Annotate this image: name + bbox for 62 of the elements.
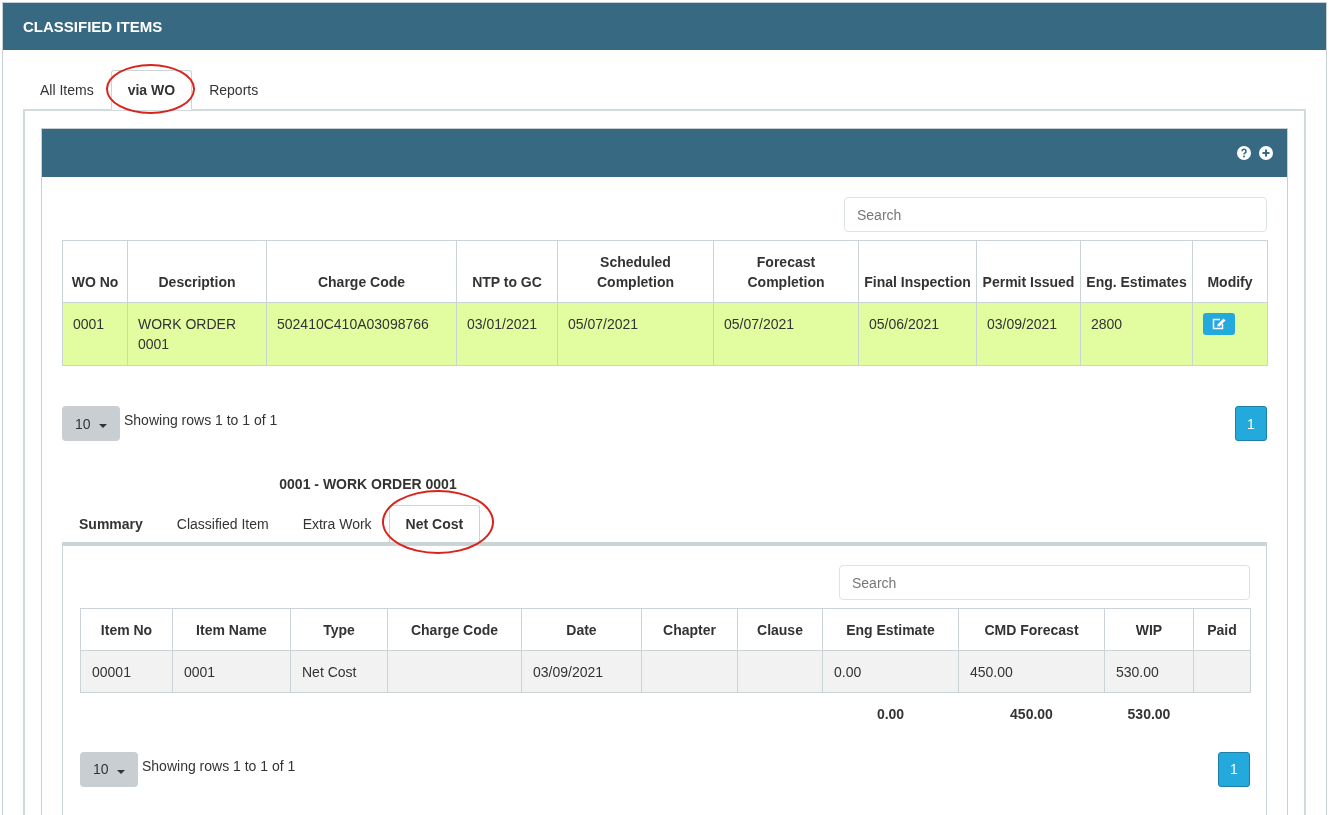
- column-header: Forecast Completion: [713, 240, 859, 303]
- table-cell: 0001: [62, 302, 128, 366]
- table-cell: 0.00: [822, 650, 959, 693]
- table-cell: 05/07/2021: [557, 302, 714, 366]
- column-header: Scheduled Completion: [557, 240, 714, 303]
- column-header: Final Inspection: [858, 240, 977, 303]
- table-cell: 03/01/2021: [456, 302, 558, 366]
- table-row[interactable]: 00001 0001 Net Cost 03/09/2021 0.00 450.00 530.00: [80, 650, 1251, 693]
- search-field[interactable]: Search: [839, 565, 1250, 600]
- column-header: Charge Code: [266, 240, 457, 303]
- tab[interactable]: Extra Work: [285, 505, 389, 542]
- column-total: 0.00: [876, 705, 905, 722]
- column-header: Type: [290, 608, 388, 651]
- table-cell: Net Cost: [290, 650, 388, 693]
- table-cell: 05/07/2021: [713, 302, 859, 366]
- table-row[interactable]: 0001 WORK ORDER 0001 502410C410A03098766 03/01/2021 05/07/2021 05/07/2021 05/06/2021 03/09/2021 2800: [62, 302, 1268, 366]
- column-header: Item No: [80, 608, 173, 651]
- tab[interactable]: Net Cost: [388, 505, 481, 542]
- table-cell: 05/06/2021: [858, 302, 977, 366]
- page-size-dropdown[interactable]: 10: [80, 751, 138, 787]
- column-header: Eng Estimate: [822, 608, 959, 651]
- table-cell: [1193, 650, 1251, 693]
- work-order-title: 0001 - WORK ORDER 0001: [279, 476, 457, 492]
- column-header: Modify: [1192, 240, 1268, 303]
- column-header: Chapter: [641, 608, 738, 651]
- table-cell: 2800: [1080, 302, 1193, 366]
- table-cell: WORK ORDER 0001: [127, 302, 267, 366]
- tab[interactable]: Reports: [192, 70, 276, 109]
- column-total: 530.00: [1127, 705, 1171, 722]
- table-cell: 530.00: [1104, 650, 1194, 693]
- edit-icon: [1212, 318, 1226, 330]
- table-cell: 502410C410A03098766: [266, 302, 457, 366]
- column-header: Item Name: [172, 608, 291, 651]
- table-cell: 450.00: [958, 650, 1105, 693]
- table-cell: 00001: [80, 650, 173, 693]
- page-title: CLASSIFIED ITEMS: [23, 18, 163, 35]
- column-header: CMD Forecast: [958, 608, 1105, 651]
- column-header: NTP to GC: [456, 240, 558, 303]
- help-icon[interactable]: [1237, 146, 1251, 160]
- column-header: WO No: [62, 240, 128, 303]
- column-total: 450.00: [1010, 705, 1053, 722]
- tab[interactable]: via WO: [110, 70, 193, 110]
- column-header: Paid: [1193, 608, 1251, 651]
- table-cell: 0001: [172, 650, 291, 693]
- search-field[interactable]: Search: [844, 197, 1267, 232]
- table-cell: 03/09/2021: [521, 650, 642, 693]
- tab[interactable]: Classified Item: [159, 505, 286, 542]
- rows-info: Showing rows 1 to 1 of 1: [142, 756, 296, 776]
- add-icon[interactable]: [1259, 146, 1273, 160]
- column-header: Clause: [737, 608, 823, 651]
- column-header: Eng. Estimates: [1080, 240, 1193, 303]
- column-header: Description: [127, 240, 267, 303]
- page-size-dropdown[interactable]: 10: [62, 406, 120, 441]
- edit-button[interactable]: [1203, 313, 1235, 335]
- column-header: WIP: [1104, 608, 1194, 651]
- tab[interactable]: Summary: [62, 505, 160, 542]
- table-cell: 03/09/2021: [976, 302, 1081, 366]
- column-header: Permit Issued: [976, 240, 1081, 303]
- tab[interactable]: All Items: [23, 70, 111, 109]
- column-header: Date: [521, 608, 642, 651]
- rows-info: Showing rows 1 to 1 of 1: [124, 411, 278, 430]
- column-header: Charge Code: [387, 608, 522, 651]
